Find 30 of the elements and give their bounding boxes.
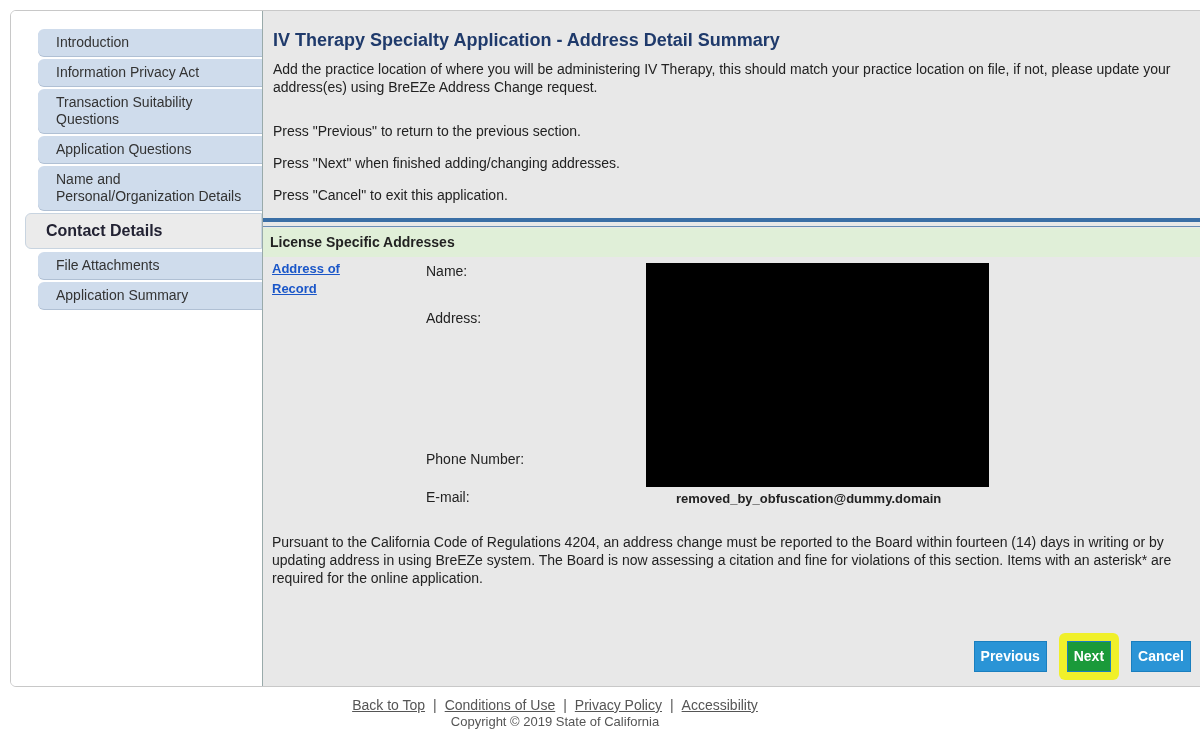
- page-title: IV Therapy Specialty Application - Address Detail Summary: [273, 29, 781, 52]
- instruction-text: Press "Previous" to return to the previous section.: [273, 122, 582, 141]
- nav-item[interactable]: Information Privacy Act: [38, 59, 262, 86]
- instruction-text: Press "Next" when finished adding/changing addresses.: [273, 154, 621, 173]
- separator-text: |: [669, 697, 674, 714]
- nav-item[interactable]: Contact Details: [25, 213, 262, 249]
- nav-item[interactable]: File Attachments: [38, 252, 262, 279]
- field-label: Address:: [426, 309, 483, 328]
- nav-button[interactable]: Next: [1066, 641, 1112, 672]
- separator-text: |: [433, 697, 437, 714]
- nav-item[interactable]: Application Questions: [38, 136, 262, 163]
- address-link[interactable]: Address of Record: [272, 259, 362, 299]
- copyright-text: Copyright © 2019 State of California: [450, 714, 661, 730]
- footer-link[interactable]: Accessibility: [681, 697, 758, 714]
- field-label: Phone Number:: [426, 450, 526, 469]
- footer-link[interactable]: Back to Top: [352, 697, 426, 714]
- instruction-text: Press "Cancel" to exit this application.: [273, 186, 509, 205]
- field-label: E-mail:: [426, 488, 471, 507]
- nav-item[interactable]: Introduction: [38, 29, 262, 56]
- nav-item[interactable]: Application Summary: [38, 282, 262, 309]
- notice-text: Pursuant to the California Code of Regulations 4204, an address change must be reported to the Board within fourteen (14) days in writing or by updating address in using BreEZe system. The Board is now assessing a citation and fine for violations of this section. Items with an asterisk* are required for the online application.: [271, 533, 1173, 587]
- separator-text: |: [563, 697, 567, 714]
- footer-link[interactable]: Privacy Policy: [574, 697, 662, 714]
- nav-item[interactable]: Transaction Suitability Questions: [38, 89, 262, 133]
- nav-item[interactable]: Name and Personal/Organization Details: [38, 166, 262, 210]
- footer-link[interactable]: Conditions of Use: [444, 697, 556, 714]
- field-value: removed_by_obfuscation@dummy.domain: [675, 490, 942, 508]
- section-header: License Specific Addresses: [263, 228, 1200, 257]
- intro-text: Add the practice location of where you will be administering IV Therapy, this should match your practice location on file, if not, please update your address(es) using BreEZe Address Change request.: [273, 60, 1172, 96]
- field-label: Name:: [426, 262, 469, 281]
